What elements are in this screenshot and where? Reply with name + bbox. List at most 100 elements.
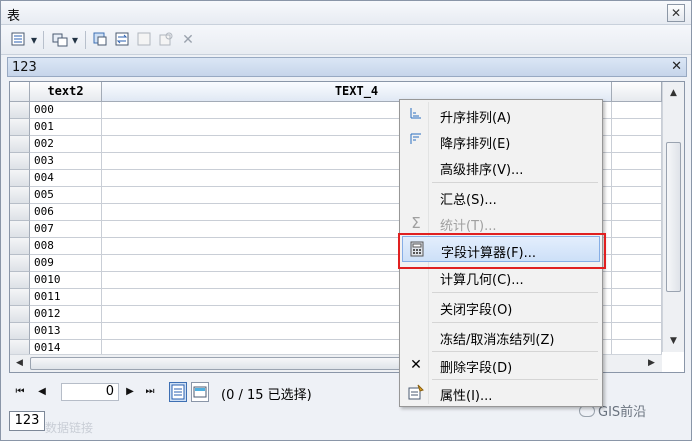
row-selector[interactable]: [10, 289, 30, 306]
table-cell-text2[interactable]: 005: [30, 187, 102, 204]
menu-item-label: 冻结/取消冻结列(Z): [440, 333, 555, 348]
table-cell-empty: [612, 289, 662, 306]
table-cell-text2[interactable]: 006: [30, 204, 102, 221]
properties-icon: [408, 384, 424, 402]
table-window: 表 ✕ ▾ ▾ ✕ 123 ✕ text2 TEXT_4 000 001 002…: [0, 0, 692, 441]
previous-record-icon[interactable]: ◀: [35, 384, 49, 400]
table-cell-text2[interactable]: 007: [30, 221, 102, 238]
first-record-icon[interactable]: ⏮: [13, 384, 27, 400]
watermark-text: GIS前沿: [598, 405, 647, 420]
menu-item-properties[interactable]: 属性(I)...: [402, 380, 600, 406]
menu-item-label: 删除字段(D): [440, 361, 513, 376]
row-selector[interactable]: [10, 272, 30, 289]
zoom-to-selected-icon[interactable]: [157, 31, 175, 49]
table-cell-empty: [612, 323, 662, 340]
table-cell-text2[interactable]: 003: [30, 153, 102, 170]
menu-item-label: 升序排列(A): [440, 111, 512, 126]
table-tab-close-button[interactable]: ✕: [671, 59, 682, 74]
scroll-down-arrow-icon[interactable]: ▼: [666, 334, 681, 349]
table-options-icon[interactable]: [9, 31, 27, 49]
table-cell-empty: [612, 187, 662, 204]
table-tab-name: 123: [12, 60, 37, 75]
table-cell-empty: [612, 306, 662, 323]
menu-item-label: 关闭字段(O): [440, 303, 513, 318]
sort-ascending-icon: [408, 106, 424, 124]
table-tab[interactable]: 123 ✕: [7, 57, 687, 77]
row-selector[interactable]: [10, 187, 30, 204]
delete-selected-icon[interactable]: ✕: [179, 31, 197, 49]
watermark-left-text: 数据链接: [45, 421, 94, 435]
row-selector[interactable]: [10, 170, 30, 187]
column-header-text2[interactable]: text2: [30, 82, 102, 102]
table-cell-text2[interactable]: 001: [30, 119, 102, 136]
table-cell-text2[interactable]: 002: [30, 136, 102, 153]
table-cell-text2[interactable]: 000: [30, 102, 102, 119]
current-record-input[interactable]: 0: [61, 383, 119, 401]
table-cell-text2[interactable]: 008: [30, 238, 102, 255]
menu-item-label: 计算几何(C)...: [440, 273, 524, 288]
row-selector[interactable]: [10, 136, 30, 153]
menu-item-turn-field-off[interactable]: 关闭字段(O): [402, 294, 600, 320]
dropdown-arrow-icon[interactable]: ▾: [70, 31, 80, 49]
menu-item-sort-descending[interactable]: 降序排列(E): [402, 128, 600, 154]
toolbar-separator: [43, 31, 44, 49]
table-cell-text2[interactable]: 0011: [30, 289, 102, 306]
show-all-records-button[interactable]: [169, 382, 187, 402]
row-selector-header[interactable]: [10, 82, 30, 102]
show-selected-records-button[interactable]: [191, 382, 209, 402]
row-selector[interactable]: [10, 238, 30, 255]
table-toolbar: ▾ ▾ ✕: [1, 25, 691, 55]
table-cell-empty: [612, 153, 662, 170]
table-cell-text2[interactable]: 0013: [30, 323, 102, 340]
last-record-icon[interactable]: ⏭: [143, 384, 157, 400]
scroll-up-arrow-icon[interactable]: ▲: [666, 86, 681, 101]
switch-selection-icon[interactable]: [113, 31, 131, 49]
menu-item-label: 统计(T)...: [440, 219, 497, 234]
table-cell-text2[interactable]: 0010: [30, 272, 102, 289]
delete-x-icon: ✕: [410, 357, 422, 373]
menu-item-label: 属性(I)...: [440, 389, 493, 404]
title-bar: 表 ✕: [1, 1, 691, 25]
row-selector[interactable]: [10, 255, 30, 272]
menu-item-freeze-column[interactable]: 冻结/取消冻结列(Z): [402, 324, 600, 350]
related-tables-icon[interactable]: [51, 31, 69, 49]
row-selector[interactable]: [10, 153, 30, 170]
menu-item-summarize[interactable]: 汇总(S)...: [402, 184, 600, 210]
table-cell-empty: [612, 221, 662, 238]
row-selector[interactable]: [10, 221, 30, 238]
toolbar-separator: [85, 31, 86, 49]
table-cell-empty: [612, 102, 662, 119]
table-cell-text2[interactable]: 009: [30, 255, 102, 272]
sort-descending-icon: [408, 132, 424, 150]
window-close-button[interactable]: ✕: [667, 4, 685, 22]
menu-item-sort-ascending[interactable]: 升序排列(A): [402, 102, 600, 128]
scroll-left-arrow-icon[interactable]: ◀: [12, 356, 27, 371]
window-title: 表: [7, 9, 21, 24]
menu-item-advanced-sort[interactable]: 高级排序(V)...: [402, 154, 600, 180]
table-cell-empty: [612, 255, 662, 272]
row-selector[interactable]: [10, 119, 30, 136]
column-header-empty: [612, 82, 662, 102]
row-selector[interactable]: [10, 306, 30, 323]
vertical-scroll-thumb[interactable]: [666, 142, 681, 292]
row-selector[interactable]: [10, 323, 30, 340]
table-cell-empty: [612, 204, 662, 221]
menu-separator: [432, 292, 598, 293]
row-selector[interactable]: [10, 102, 30, 119]
sigma-icon: Σ: [411, 214, 421, 232]
select-by-attributes-icon[interactable]: [91, 31, 109, 49]
next-record-icon[interactable]: ▶: [123, 384, 137, 400]
menu-separator: [432, 322, 598, 323]
dropdown-arrow-icon[interactable]: ▾: [29, 31, 39, 49]
table-cell-text2[interactable]: 0012: [30, 306, 102, 323]
menu-item-delete-field[interactable]: ✕ 删除字段(D): [402, 352, 600, 378]
row-selector[interactable]: [10, 204, 30, 221]
clear-selection-icon[interactable]: [135, 31, 153, 49]
table-cell-empty: [612, 119, 662, 136]
table-cell-empty: [612, 170, 662, 187]
table-cell-text2[interactable]: 004: [30, 170, 102, 187]
scroll-right-arrow-icon[interactable]: ▶: [644, 356, 659, 371]
table-cell-empty: [612, 272, 662, 289]
table-bottom-tab[interactable]: 123: [9, 411, 45, 431]
vertical-scrollbar[interactable]: ▲ ▼: [662, 82, 684, 352]
